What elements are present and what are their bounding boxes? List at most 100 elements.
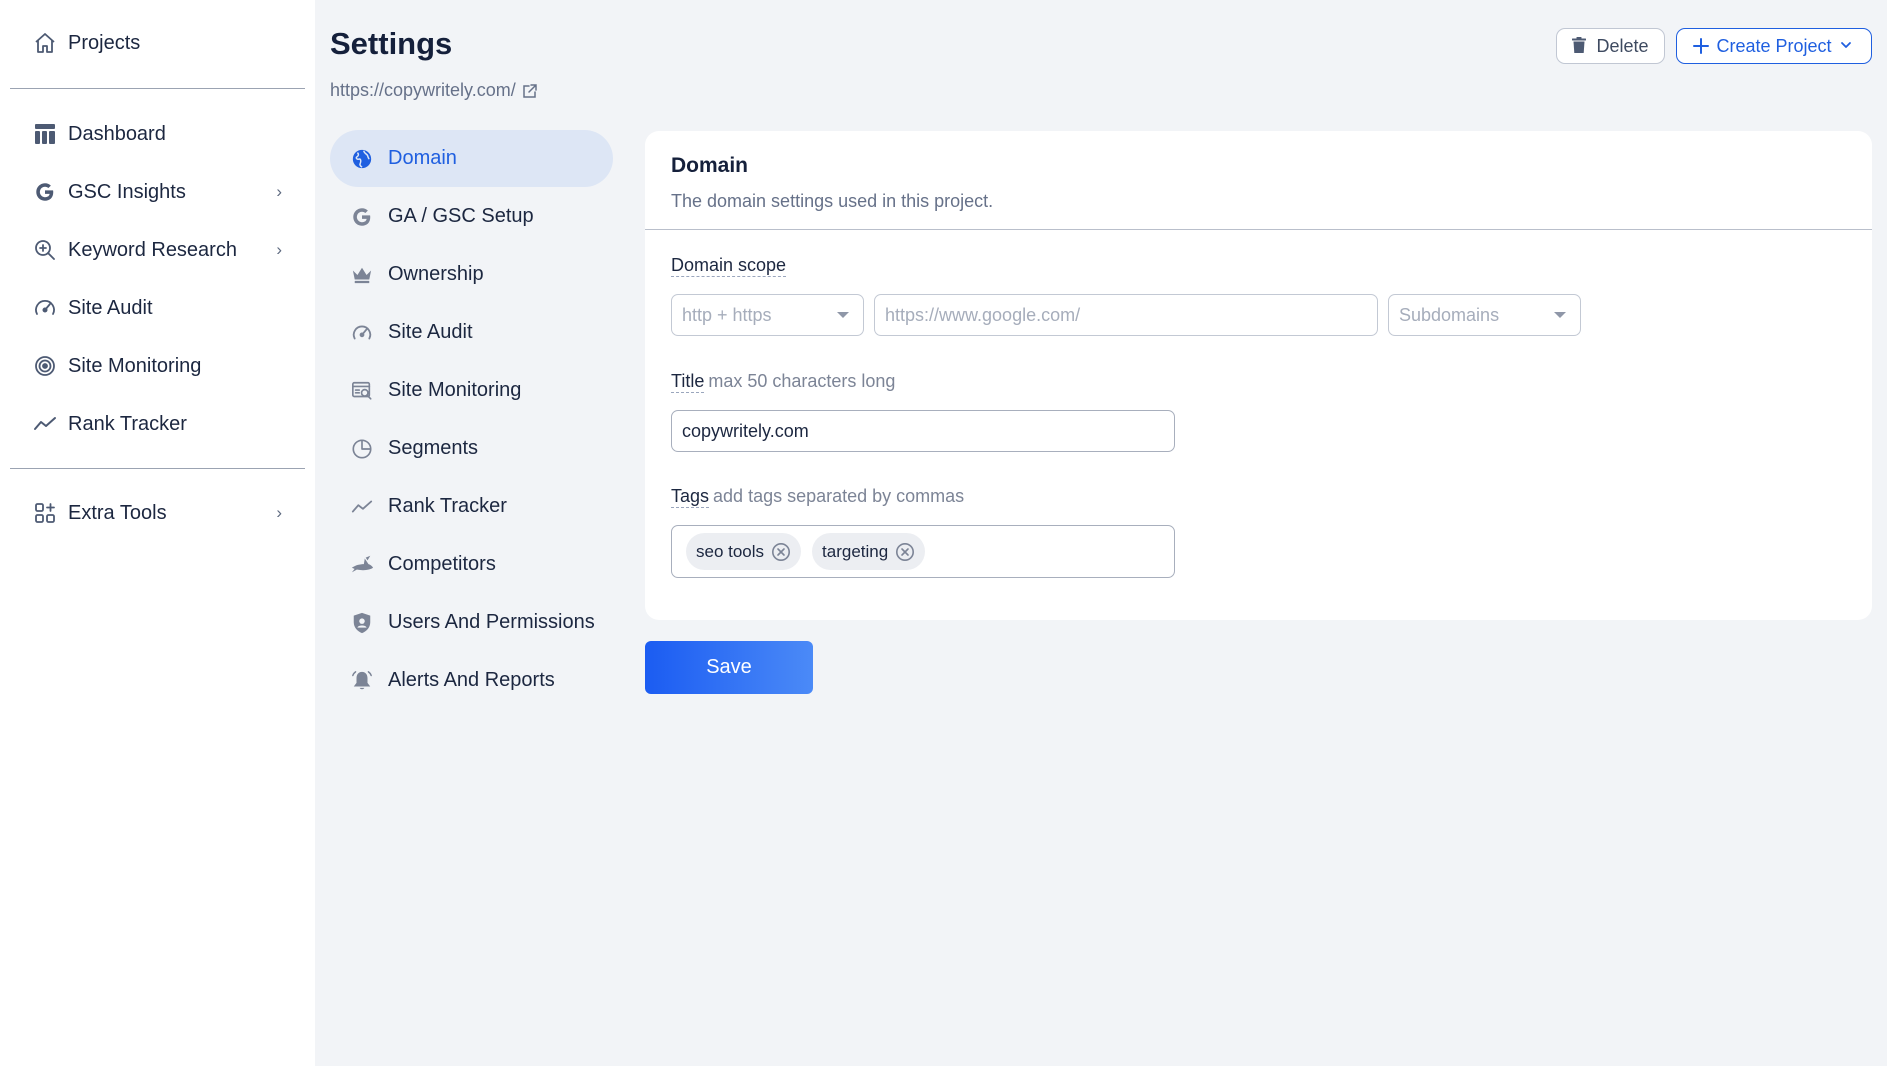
trend-icon <box>32 411 58 437</box>
sidebar-item-label: Rank Tracker <box>68 412 187 435</box>
sidebar-item-label: Site Audit <box>68 296 153 319</box>
title-field-label: Title max 50 characters long <box>671 371 896 393</box>
protocol-select-value: http + https <box>682 304 772 325</box>
settings-nav-label: Competitors <box>388 553 496 575</box>
settings-nav-label: Site Audit <box>388 321 473 343</box>
settings-nav-label: Domain <box>388 147 457 169</box>
main-content: Settings https://copywritely.com/ Delete… <box>315 0 1887 1066</box>
gauge-icon <box>350 321 374 345</box>
sidebar-item-gsc-insights[interactable]: GSC Insights › <box>32 170 282 214</box>
sidebar-item-label: Extra Tools <box>68 501 167 524</box>
settings-nav-label: GA / GSC Setup <box>388 205 534 227</box>
sidebar-divider <box>10 88 305 89</box>
main-sidebar: Projects Dashboard GSC Insights › Keywor… <box>0 0 315 1066</box>
settings-nav-alerts-reports[interactable]: Alerts And Reports <box>330 652 613 709</box>
chevron-right-icon: › <box>276 240 282 259</box>
shark-icon <box>350 553 374 577</box>
tags-input[interactable]: seo tools targeting <box>671 525 1175 578</box>
tag-label: seo tools <box>696 541 765 561</box>
settings-nav-label: Alerts And Reports <box>388 669 555 691</box>
sidebar-item-rank-tracker[interactable]: Rank Tracker <box>32 402 282 446</box>
settings-nav-site-audit[interactable]: Site Audit <box>330 304 613 361</box>
settings-nav-site-monitoring[interactable]: Site Monitoring <box>330 362 613 419</box>
card-divider <box>645 229 1872 230</box>
domain-settings-card: Domain The domain settings used in this … <box>645 131 1872 620</box>
crown-icon <box>350 263 374 287</box>
dashboard-icon <box>32 121 58 147</box>
keyword-search-icon <box>32 237 58 263</box>
create-project-label: Create Project <box>1716 35 1832 56</box>
sidebar-item-projects[interactable]: Projects <box>32 21 282 65</box>
subdomains-select[interactable]: Subdomains <box>1388 294 1581 336</box>
sidebar-item-label: Keyword Research <box>68 238 237 261</box>
settings-nav-segments[interactable]: Segments <box>330 420 613 477</box>
sidebar-item-label: Projects <box>68 31 141 54</box>
domain-scope-label: Domain scope <box>671 255 787 277</box>
settings-nav-label: Rank Tracker <box>388 495 507 517</box>
domain-scope-label-text: Domain scope <box>671 255 787 277</box>
settings-nav-label: Users And Permissions <box>388 611 595 633</box>
external-link-icon <box>522 83 538 99</box>
sidebar-item-site-audit[interactable]: Site Audit <box>32 286 282 330</box>
title-input[interactable] <box>671 410 1175 452</box>
remove-tag-icon[interactable] <box>771 542 791 562</box>
delete-button[interactable]: Delete <box>1556 28 1665 64</box>
settings-nav-competitors[interactable]: Competitors <box>330 536 613 593</box>
home-icon <box>32 30 58 56</box>
tags-label-text: Tags <box>671 486 710 508</box>
settings-nav-label: Ownership <box>388 263 484 285</box>
tag-chip: targeting <box>812 533 926 570</box>
google-icon <box>32 179 58 205</box>
save-button[interactable]: Save <box>645 641 813 694</box>
sidebar-item-site-monitoring[interactable]: Site Monitoring <box>32 344 282 388</box>
card-subtitle: The domain settings used in this project… <box>671 191 994 211</box>
domain-url-input[interactable] <box>874 294 1378 336</box>
trend-icon <box>350 495 374 519</box>
monitoring-icon <box>32 353 58 379</box>
create-project-button[interactable]: Create Project <box>1676 28 1872 64</box>
bell-icon <box>350 669 374 693</box>
project-url-text: https://copywritely.com/ <box>330 80 516 100</box>
delete-label: Delete <box>1596 35 1649 56</box>
protocol-select[interactable]: http + https <box>671 294 864 336</box>
card-title: Domain <box>671 154 749 177</box>
settings-nav-label: Site Monitoring <box>388 379 522 401</box>
tag-label: targeting <box>822 541 889 561</box>
project-url-link[interactable]: https://copywritely.com/ <box>330 80 538 101</box>
google-icon <box>350 205 374 229</box>
page-title: Settings <box>330 26 453 61</box>
gauge-icon <box>32 295 58 321</box>
chevron-right-icon: › <box>276 182 282 201</box>
caret-down-icon <box>1554 312 1566 318</box>
settings-nav-rank-tracker[interactable]: Rank Tracker <box>330 478 613 535</box>
title-label-text: Title <box>671 371 705 393</box>
subdomains-select-value: Subdomains <box>1399 304 1500 325</box>
trash-icon <box>1572 37 1588 55</box>
sidebar-item-dashboard[interactable]: Dashboard <box>32 112 282 156</box>
remove-tag-icon[interactable] <box>895 542 915 562</box>
plus-icon <box>1693 38 1710 54</box>
settings-nav-ownership[interactable]: Ownership <box>330 246 613 303</box>
monitor-search-icon <box>350 379 374 403</box>
caret-down-icon <box>837 312 849 318</box>
chevron-right-icon: › <box>276 503 282 522</box>
sidebar-item-keyword-research[interactable]: Keyword Research › <box>32 228 282 272</box>
sidebar-item-label: Site Monitoring <box>68 354 202 377</box>
tags-hint: add tags separated by commas <box>713 486 965 506</box>
sidebar-divider <box>10 468 305 469</box>
settings-nav-domain[interactable]: Domain <box>330 130 613 187</box>
sidebar-item-label: GSC Insights <box>68 180 186 203</box>
tags-field-label: Tags add tags separated by commas <box>671 486 965 508</box>
settings-nav-label: Segments <box>388 437 479 459</box>
sidebar-item-extra-tools[interactable]: Extra Tools › <box>32 491 282 535</box>
shield-user-icon <box>350 611 374 635</box>
settings-nav-ga-gsc-setup[interactable]: GA / GSC Setup <box>330 188 613 245</box>
grid-plus-icon <box>32 500 58 526</box>
title-hint: max 50 characters long <box>708 371 896 391</box>
chevron-down-icon <box>1839 38 1855 54</box>
tag-chip: seo tools <box>686 533 802 570</box>
sidebar-item-label: Dashboard <box>68 122 166 145</box>
settings-nav-users-permissions[interactable]: Users And Permissions <box>330 594 613 651</box>
globe-icon <box>350 147 374 171</box>
pie-icon <box>350 437 374 461</box>
